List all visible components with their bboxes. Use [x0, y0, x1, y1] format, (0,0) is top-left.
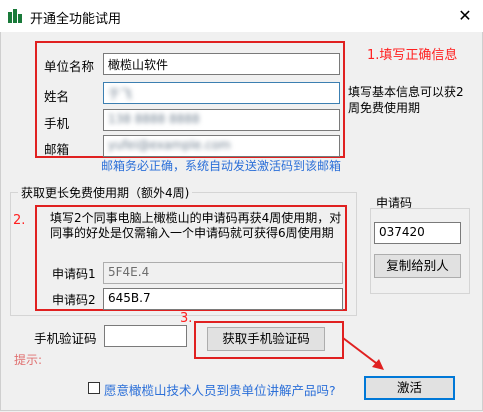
consult-checkbox[interactable] — [88, 382, 100, 394]
verify-code-input[interactable] — [104, 325, 187, 347]
close-icon[interactable]: ✕ — [452, 3, 478, 29]
annotation-step-2: 2. — [13, 213, 26, 228]
verify-code-label: 手机验证码 — [34, 331, 97, 346]
name-input[interactable]: 于飞 — [103, 82, 340, 104]
free-period-note: 填写基本信息可以获2周免费使用期 — [348, 85, 464, 115]
extend-trial-description: 填写2个同事电脑上橄榄山的申请码再获4周使用期，对同事的好处是仅需输入一个申请码… — [50, 211, 342, 240]
email-hint: 邮箱务必正确，系统自动发送激活码到该邮箱 — [101, 159, 342, 173]
code1-input[interactable]: 5F4E.4 — [103, 262, 343, 284]
code2-input[interactable]: 645B.7 — [103, 288, 343, 310]
copy-request-code-button[interactable]: 复制给别人 — [374, 254, 461, 278]
extend-trial-group-title: 获取更长免费使用期（额外4周) — [18, 184, 193, 201]
activate-button[interactable]: 激活 — [364, 376, 455, 400]
unit-name-input[interactable]: 橄榄山软件 — [103, 53, 340, 75]
request-code-input[interactable]: 037420 — [374, 222, 461, 244]
annotation-step-1: 1.填写正确信息 — [367, 48, 458, 63]
get-verify-code-button[interactable]: 获取手机验证码 — [207, 327, 325, 351]
annotation-step-3: 3. — [180, 311, 193, 326]
app-logo-icon — [8, 9, 22, 23]
phone-value: 138 8888 8888 — [108, 112, 200, 126]
code1-label: 申请码1 — [52, 267, 96, 281]
unit-label: 单位名称 — [44, 59, 95, 74]
name-value: 于飞 — [108, 87, 133, 101]
code2-label: 申请码2 — [52, 293, 96, 307]
phone-input[interactable]: 138 8888 8888 — [103, 109, 340, 131]
email-input[interactable]: yufei@example.com — [103, 135, 340, 157]
phone-label: 手机 — [44, 116, 70, 131]
arrow-icon — [342, 337, 384, 370]
name-label: 姓名 — [44, 89, 70, 104]
consult-checkbox-label[interactable]: 愿意橄榄山技术人员到贵单位讲解产品吗? — [104, 380, 336, 399]
email-value: yufei@example.com — [108, 138, 231, 152]
window-title: 开通全功能试用 — [30, 12, 122, 27]
email-label: 邮箱 — [44, 142, 70, 157]
request-code-group — [370, 208, 470, 294]
hint-label: 提示: — [14, 353, 43, 367]
